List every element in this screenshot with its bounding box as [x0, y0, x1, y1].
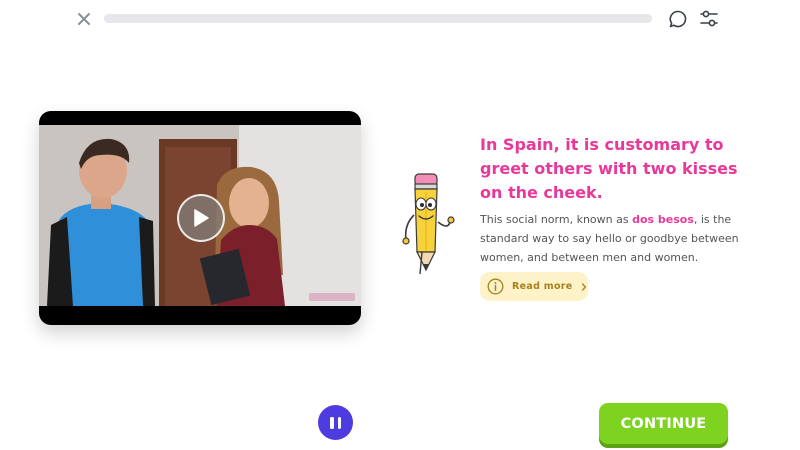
close-icon — [78, 13, 90, 25]
play-icon — [194, 209, 209, 227]
chat-button[interactable] — [668, 9, 688, 29]
settings-button[interactable] — [699, 9, 719, 29]
lesson-progress-bar — [104, 14, 652, 23]
chat-bubble-icon — [669, 10, 687, 28]
highlighted-term: dos besos — [632, 213, 694, 226]
sliders-icon — [700, 10, 718, 27]
continue-button[interactable]: CONTINUE — [599, 403, 728, 444]
pencil-mascot — [402, 173, 455, 275]
read-more-label: Read more — [512, 281, 573, 292]
continue-label: CONTINUE — [620, 415, 707, 432]
pause-icon — [328, 416, 343, 429]
body-text-start: This social norm, known as — [480, 213, 633, 226]
play-button[interactable] — [177, 194, 225, 242]
read-more-button[interactable]: Read more — [480, 272, 588, 301]
chevron-right-icon — [581, 282, 587, 291]
lesson-headline: In Spain, it is customary to greet other… — [480, 135, 738, 202]
lesson-body-text: This social norm, known as dos besos, is… — [480, 210, 750, 267]
close-button[interactable] — [74, 9, 94, 29]
pause-button[interactable] — [318, 405, 353, 440]
info-icon — [487, 278, 504, 295]
